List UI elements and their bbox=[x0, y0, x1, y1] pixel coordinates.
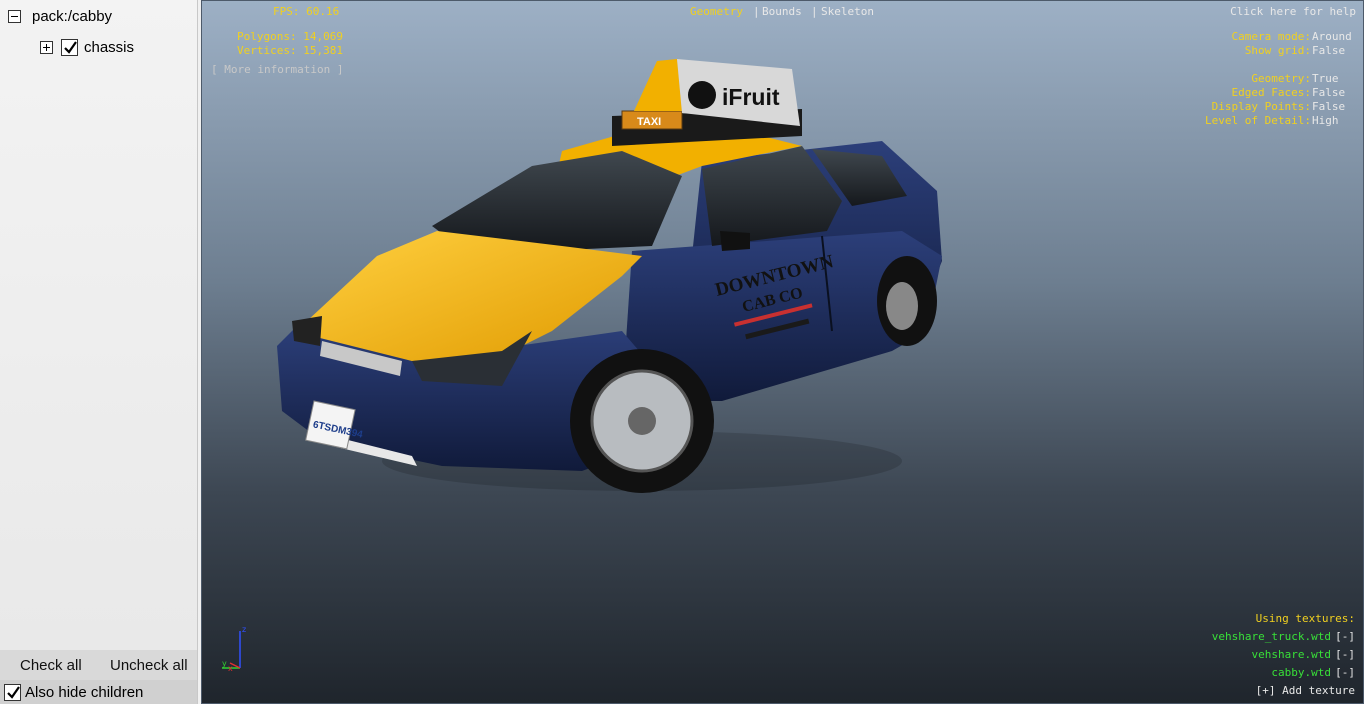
remove-texture-button[interactable]: [-] bbox=[1335, 666, 1355, 679]
show-grid-label: Show grid: bbox=[1244, 44, 1311, 57]
camera-mode-value[interactable]: Around bbox=[1312, 30, 1352, 43]
axis-z-label: z bbox=[242, 625, 246, 634]
geometry-label: Geometry: bbox=[1251, 72, 1311, 85]
collapse-icon[interactable] bbox=[8, 10, 21, 23]
edged-faces-label: Edged Faces: bbox=[1231, 86, 1311, 99]
also-hide-children-label: Also hide children bbox=[25, 683, 144, 701]
help-link[interactable]: Click here for help bbox=[1230, 5, 1356, 18]
also-hide-children-checkbox[interactable] bbox=[4, 683, 21, 701]
show-grid-value[interactable]: False bbox=[1312, 44, 1345, 57]
tab-separator: | bbox=[753, 5, 760, 18]
axis-y-label: y bbox=[222, 659, 227, 668]
remove-texture-button[interactable]: [-] bbox=[1335, 630, 1355, 643]
scene-tree-panel: pack:/cabby chassis Check all Uncheck al… bbox=[0, 0, 198, 704]
polygons-readout: Polygons: 14,069 bbox=[237, 30, 343, 43]
checkmark-icon bbox=[7, 685, 20, 699]
texture-name: vehshare_truck.wtd bbox=[1211, 630, 1331, 643]
texture-name: cabby.wtd bbox=[1271, 666, 1331, 679]
remove-texture-button[interactable]: [-] bbox=[1335, 648, 1355, 661]
also-hide-children-option[interactable]: Also hide children bbox=[0, 680, 197, 704]
display-points-label: Display Points: bbox=[1211, 100, 1311, 113]
axis-gizmo-icon: z y x bbox=[222, 625, 246, 673]
tree-item-chassis-label: chassis bbox=[84, 39, 135, 56]
fps-readout: FPS: 60.16 bbox=[273, 5, 340, 18]
uncheck-all-button[interactable]: Uncheck all bbox=[110, 657, 188, 674]
add-texture-button[interactable]: [+] Add texture bbox=[1256, 684, 1355, 697]
tree-item-chassis[interactable]: chassis bbox=[40, 39, 134, 56]
taxi-roof-light: TAXI bbox=[621, 110, 683, 130]
tree-footer: Check all Uncheck all bbox=[0, 650, 197, 680]
chassis-checkbox[interactable] bbox=[61, 39, 78, 56]
model-viewport[interactable]: 6TSDM394 DOWNTOWN CAB CO TAXI iFruit FPS… bbox=[201, 0, 1364, 704]
cabby-model: 6TSDM394 DOWNTOWN CAB CO TAXI iFruit bbox=[277, 59, 942, 493]
texture-name: vehshare.wtd bbox=[1251, 648, 1331, 661]
checkmark-icon bbox=[64, 41, 77, 54]
expand-icon[interactable] bbox=[40, 41, 53, 54]
camera-mode-label: Camera mode: bbox=[1231, 30, 1311, 43]
tree-item-root[interactable]: pack:/cabby bbox=[8, 8, 112, 25]
taxi-light-text: TAXI bbox=[637, 116, 661, 128]
lod-label: Level of Detail: bbox=[1205, 114, 1311, 127]
check-all-button[interactable]: Check all bbox=[20, 657, 82, 674]
vertices-readout: Vertices: 15,381 bbox=[237, 44, 343, 57]
textures-header: Using textures: bbox=[1255, 612, 1355, 625]
axis-x-label: x bbox=[228, 664, 233, 673]
tab-bounds[interactable]: Bounds bbox=[762, 5, 802, 18]
tab-skeleton[interactable]: Skeleton bbox=[821, 5, 874, 18]
display-points-value[interactable]: False bbox=[1312, 100, 1345, 113]
geometry-value[interactable]: True bbox=[1312, 72, 1339, 85]
edged-faces-value[interactable]: False bbox=[1312, 86, 1345, 99]
lod-value[interactable]: High bbox=[1312, 114, 1339, 127]
more-information-link[interactable]: [ More information ] bbox=[211, 63, 343, 76]
tab-geometry[interactable]: Geometry bbox=[690, 5, 743, 18]
roof-sign-text: iFruit bbox=[722, 84, 780, 110]
tab-separator: | bbox=[811, 5, 818, 18]
tree-item-root-label: pack:/cabby bbox=[32, 8, 113, 25]
